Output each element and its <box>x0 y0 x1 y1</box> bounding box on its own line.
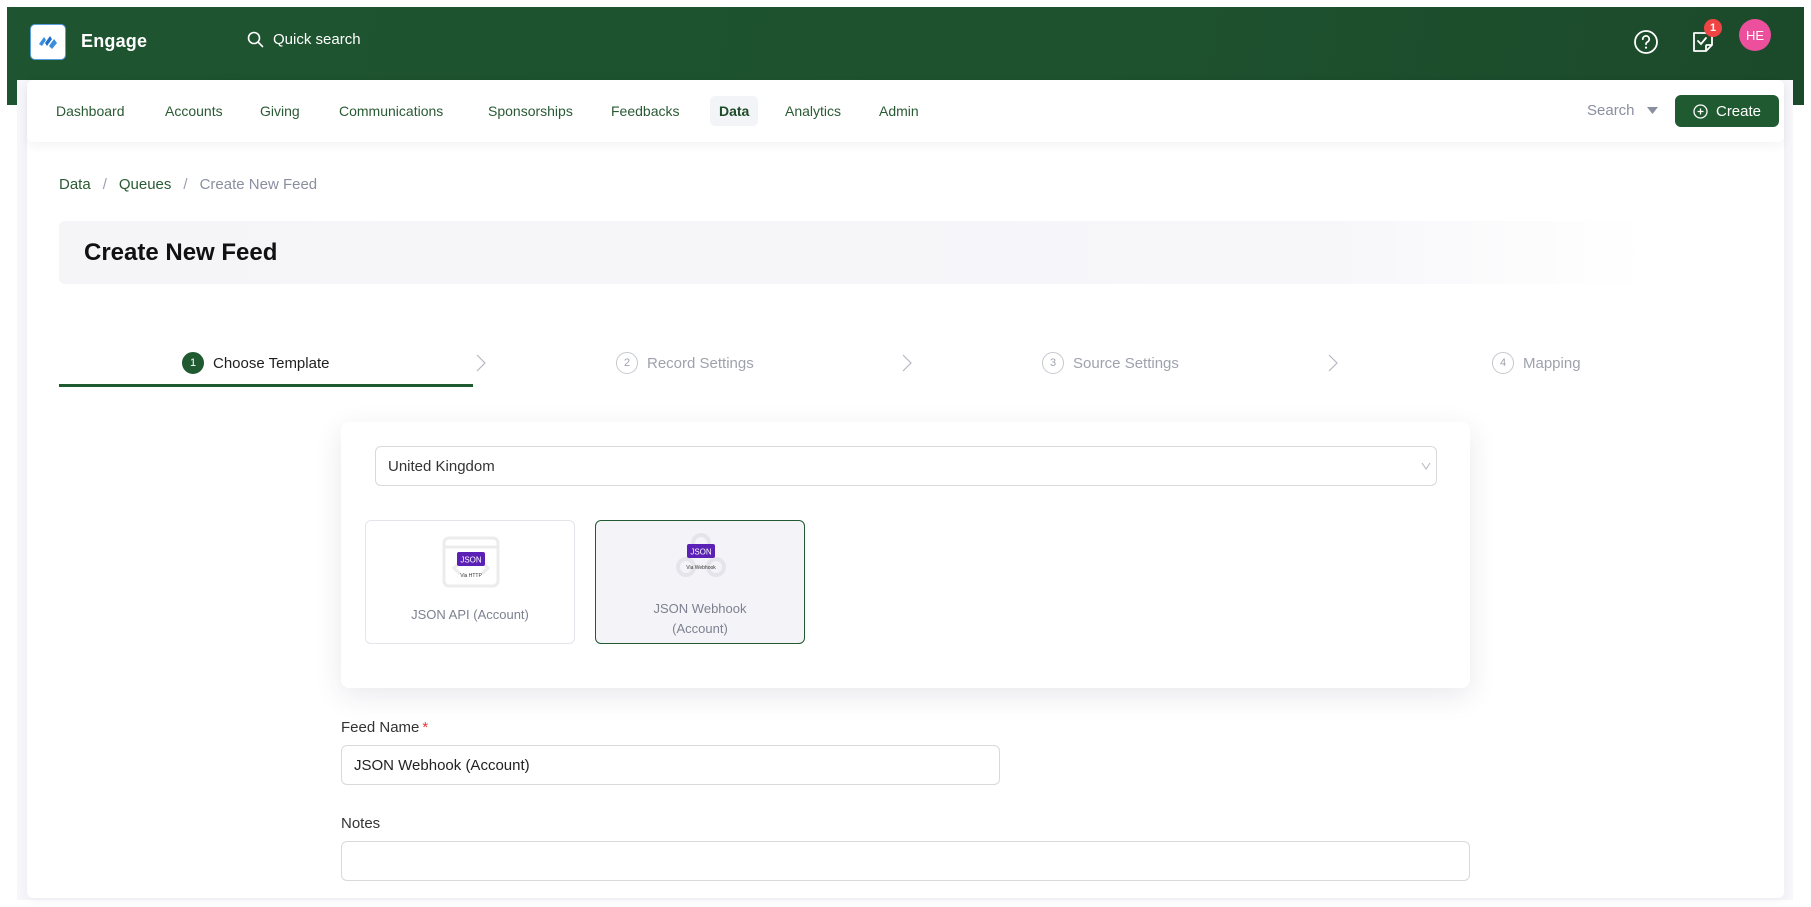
step-label: Record Settings <box>647 354 754 372</box>
user-avatar[interactable]: HE <box>1739 19 1771 51</box>
step-record-settings[interactable]: 2 Record Settings <box>616 352 754 374</box>
breadcrumb: Data / Queues / Create New Feed <box>59 176 317 193</box>
nav-item-accounts[interactable]: Accounts <box>156 96 232 126</box>
feed-name-label: Feed Name * <box>341 719 428 736</box>
step-source-settings[interactable]: 3 Source Settings <box>1042 352 1179 374</box>
json-badge-text: JSON <box>690 548 712 557</box>
step-number: 1 <box>182 352 204 374</box>
active-step-indicator <box>59 384 473 387</box>
tile-label-line1: JSON Webhook <box>653 601 747 616</box>
nav-item-feedbacks[interactable]: Feedbacks <box>602 96 688 126</box>
step-label: Choose Template <box>213 354 330 372</box>
app-frame: Engage Quick search 1 HE Dashboard Accou… <box>0 0 1811 907</box>
feed-name-label-text: Feed Name <box>341 719 420 736</box>
chevron-down-icon <box>1421 462 1431 470</box>
chevron-right-icon <box>476 354 486 372</box>
breadcrumb-separator: / <box>102 176 107 193</box>
app-logo[interactable] <box>30 24 66 60</box>
step-mapping[interactable]: 4 Mapping <box>1492 352 1581 374</box>
engage-logo-icon <box>39 36 57 49</box>
breadcrumb-queues[interactable]: Queues <box>119 176 172 193</box>
step-number: 3 <box>1042 352 1064 374</box>
nav-item-data[interactable]: Data <box>710 96 759 126</box>
quick-search-label: Quick search <box>273 31 361 48</box>
step-number: 4 <box>1492 352 1514 374</box>
tile-label: JSON Webhook (Account) <box>596 599 804 639</box>
nav-item-dashboard[interactable]: Dashboard <box>47 96 134 126</box>
page-title: Create New Feed <box>84 239 278 266</box>
nav-item-sponsorships[interactable]: Sponsorships <box>479 96 582 126</box>
notification-badge: 1 <box>1704 19 1722 37</box>
caret-down-icon <box>1646 107 1658 114</box>
step-choose-template[interactable]: 1 Choose Template <box>182 352 329 374</box>
breadcrumb-data[interactable]: Data <box>59 176 91 193</box>
via-webhook-text: Via Webhook <box>686 565 716 571</box>
country-select[interactable]: United Kingdom <box>375 446 1437 486</box>
json-badge-text: JSON <box>460 556 482 565</box>
help-icon <box>1634 30 1658 54</box>
brand-name: Engage <box>81 31 148 51</box>
create-button-label: Create <box>1715 102 1762 120</box>
step-label: Mapping <box>1523 354 1581 372</box>
help-button[interactable] <box>1631 26 1661 58</box>
quick-search[interactable]: Quick search <box>247 31 361 48</box>
search-dropdown[interactable]: Search <box>1587 102 1658 119</box>
required-marker: * <box>422 719 429 736</box>
nav-item-analytics[interactable]: Analytics <box>776 96 850 126</box>
notes-input[interactable] <box>341 841 1470 881</box>
step-number: 2 <box>616 352 638 374</box>
nav-item-communications[interactable]: Communications <box>330 96 452 126</box>
page-header: Create New Feed <box>59 221 1649 284</box>
main-nav: Dashboard Accounts Giving Communications… <box>27 80 1784 142</box>
breadcrumb-current: Create New Feed <box>199 176 318 193</box>
nav-item-giving[interactable]: Giving <box>251 96 309 126</box>
webhook-icon: JSON Via Webhook <box>676 533 726 577</box>
country-select-value: United Kingdom <box>388 457 495 475</box>
template-tile-json-webhook[interactable]: JSON Via Webhook JSON Webhook (Account) <box>595 520 805 644</box>
search-dropdown-label: Search <box>1587 102 1635 119</box>
nav-item-admin[interactable]: Admin <box>870 96 928 126</box>
feed-name-input[interactable] <box>341 745 1000 785</box>
via-http-text: Via HTTP <box>460 573 482 579</box>
breadcrumb-separator: / <box>183 176 188 193</box>
plus-circle-icon <box>1693 103 1708 119</box>
chevron-right-icon <box>1328 354 1338 372</box>
notes-label: Notes <box>341 815 381 832</box>
template-tile-json-api[interactable]: JSON Via HTTP JSON API (Account) <box>365 520 575 644</box>
chevron-right-icon <box>902 354 912 372</box>
search-icon <box>247 31 264 48</box>
create-button[interactable]: Create <box>1675 95 1779 127</box>
tile-label-line2: (Account) <box>672 621 728 636</box>
tile-label: JSON API (Account) <box>411 607 529 622</box>
step-label: Source Settings <box>1073 354 1179 372</box>
api-window-icon: JSON Via HTTP <box>442 536 500 588</box>
template-card: United Kingdom JSON Via HTTP JSON API (A… <box>341 422 1470 688</box>
